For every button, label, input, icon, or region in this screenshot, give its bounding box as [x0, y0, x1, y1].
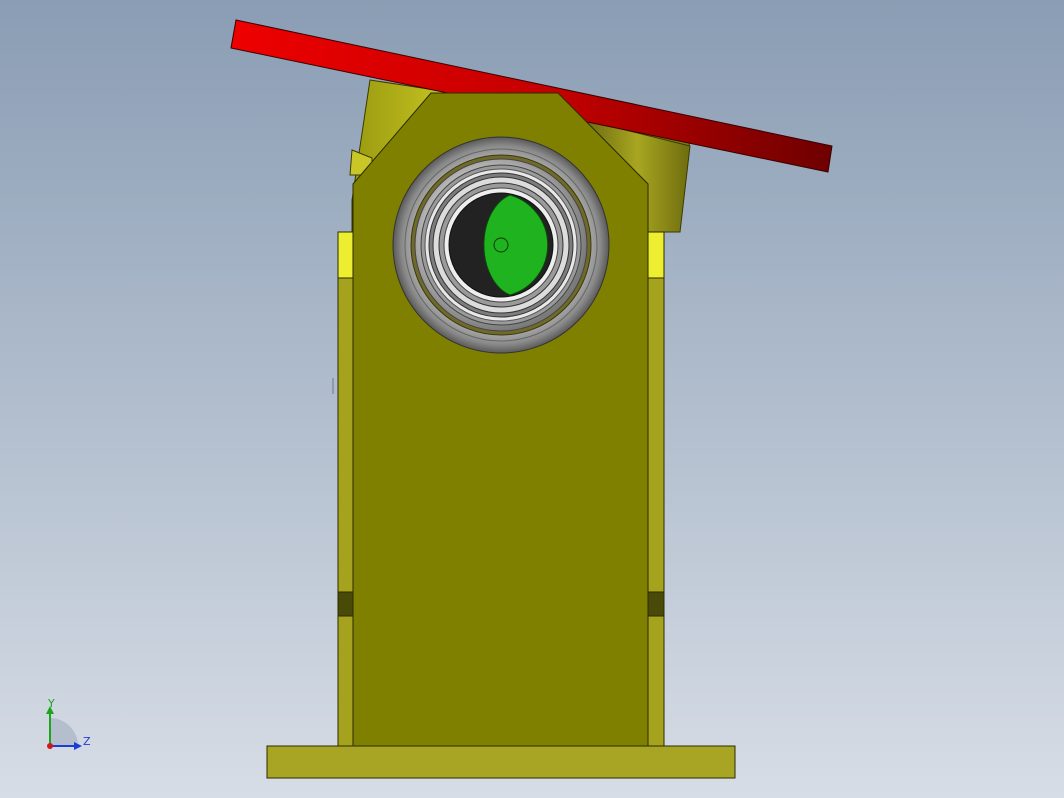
z-axis-label: Z [83, 735, 91, 748]
coordinate-triad: Y Z [40, 698, 100, 758]
valve-port[interactable] [392, 136, 610, 354]
triad-origin [47, 743, 53, 749]
right-side-flange[interactable] [647, 231, 665, 747]
triad-plane-icon [50, 718, 78, 746]
cad-graphics-viewport[interactable]: Y Z [0, 0, 1064, 798]
base-plate[interactable] [266, 745, 736, 779]
model-view[interactable] [0, 0, 1064, 798]
y-axis-label: Y [48, 697, 55, 710]
